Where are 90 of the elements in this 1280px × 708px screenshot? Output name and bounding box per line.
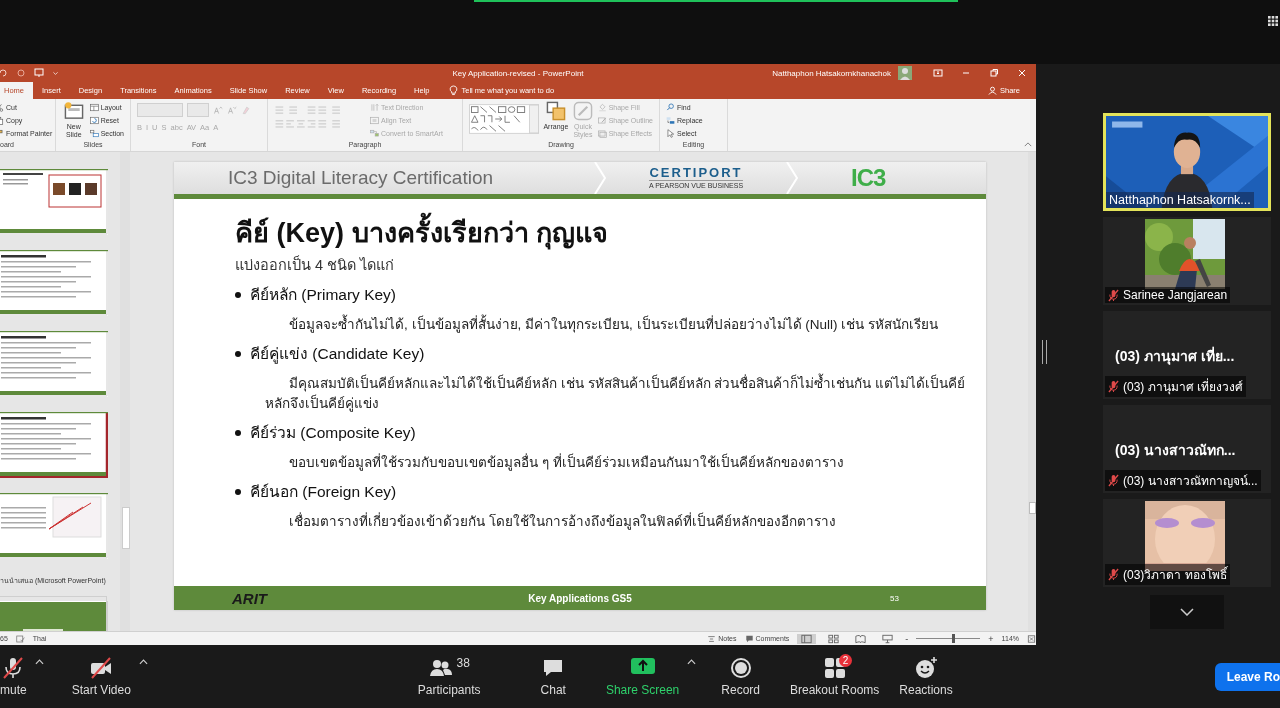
account-avatar[interactable] bbox=[898, 66, 912, 80]
zoom-slider-thumb[interactable] bbox=[952, 634, 956, 643]
chevron-divider-icon bbox=[786, 162, 798, 194]
participant-display-name: (03) ภานุมาศ เที่ย... bbox=[1115, 345, 1235, 367]
toolbar-button[interactable]: Start Video bbox=[71, 656, 131, 697]
bullet-description: ข้อมูลจะซ้ำกันไม่ได้, เป็นข้อมูลที่สั้นง่าย, มีค่าในทุกระเบียน, เป็นระเบียนที่ปล่อยว่างไม่ได้ (Null) เช่น รหัสนักเรียน bbox=[265, 315, 980, 335]
close-icon[interactable] bbox=[1017, 68, 1027, 78]
account-name[interactable]: Natthaphon Hatsakornkhanachok bbox=[772, 68, 891, 78]
bullet-term: คีย์คู่แข่ง (Candidate Key) bbox=[250, 344, 425, 366]
resize-handle[interactable] bbox=[1042, 340, 1047, 364]
participant-count: 38 bbox=[456, 656, 470, 670]
effects-icon bbox=[597, 128, 607, 138]
normal-view-icon[interactable] bbox=[797, 633, 817, 644]
gallery-view-icon[interactable] bbox=[1268, 16, 1278, 26]
chevron-down-icon bbox=[1180, 608, 1194, 616]
reactions-icon bbox=[914, 656, 939, 680]
reset-icon bbox=[89, 115, 99, 125]
section-icon bbox=[89, 128, 99, 138]
slide-scrollbar[interactable] bbox=[1028, 152, 1036, 631]
arit-logo: ARIT bbox=[232, 589, 269, 607]
thumbnail-scrollbar[interactable] bbox=[120, 152, 130, 631]
participant-name-label: Sarinee Jangjarean bbox=[1105, 287, 1231, 303]
align-text-icon bbox=[370, 115, 379, 125]
bullet-term: คีย์ร่วม (Composite Key) bbox=[250, 423, 416, 443]
slide-number: 53 bbox=[890, 593, 899, 603]
video-tile[interactable]: (03)วิภาดา ทองโพธิ์ bbox=[1103, 499, 1271, 587]
bullet-term: คีย์หลัก (Primary Key) bbox=[250, 285, 397, 305]
video-tile[interactable]: (03) นางสาวณัทก... (03) นางสาวณัทกาญจน์... bbox=[1103, 405, 1271, 493]
redo-icon[interactable] bbox=[16, 68, 26, 78]
options-caret-icon[interactable] bbox=[34, 658, 44, 665]
slide-thumbnail[interactable] bbox=[0, 406, 108, 478]
zoom-out-button[interactable]: - bbox=[905, 633, 909, 644]
video-tile[interactable]: Natthaphon Hatsakornk... bbox=[1103, 113, 1271, 211]
participant-name-label: (03)วิภาดา ทองโพธิ์ bbox=[1105, 564, 1230, 585]
spelling-icon[interactable] bbox=[15, 634, 25, 643]
bullet-icon bbox=[235, 350, 241, 357]
person-icon bbox=[988, 86, 997, 95]
options-caret-icon[interactable] bbox=[138, 658, 148, 665]
leave-button[interactable]: Leave Ro bbox=[1214, 662, 1280, 691]
bullet-icon bbox=[235, 291, 241, 298]
bullet-icon bbox=[235, 429, 241, 436]
toolbar-button[interactable]: 2 Breakout Rooms bbox=[790, 656, 880, 697]
toolbar-button[interactable]: Record bbox=[721, 656, 760, 697]
toolbar-button[interactable]: Reactions bbox=[899, 656, 953, 697]
participant-name-label: (03) นางสาวณัทกาญจน์... bbox=[1105, 470, 1261, 491]
record-icon bbox=[728, 656, 753, 680]
bullet-icon bbox=[235, 488, 241, 495]
undo-icon[interactable] bbox=[0, 68, 8, 78]
slide-subtitle: แบ่งออกเป็น 4 ชนิด ไดแก่ bbox=[235, 254, 396, 275]
toolbar-button[interactable]: mute bbox=[0, 656, 27, 697]
lightbulb-icon bbox=[448, 85, 458, 96]
participant-display-name: (03) นางสาวณัทก... bbox=[1115, 441, 1236, 460]
window-title: Key Application-revised - PowerPoint bbox=[452, 68, 584, 78]
restore-icon[interactable] bbox=[989, 68, 999, 78]
bullet-description: ขอบเขตข้อมูลที่ใช้รวมกับขอบเขตข้อมูลอื่น ๆ ที่เป็นคีย์ร่วมเหมือนกันมาใช้เป็นคีย์หลักของตาราง bbox=[288, 453, 845, 473]
slide-header-title: IC3 Digital Literacy Certification bbox=[228, 167, 495, 189]
share-screen-icon bbox=[629, 656, 656, 676]
font-name-field[interactable] bbox=[137, 103, 183, 117]
comment-icon bbox=[744, 634, 754, 643]
paint-bucket-icon bbox=[597, 102, 607, 112]
options-caret-icon[interactable] bbox=[687, 658, 697, 665]
slide-footer-title: Key Applications GS5 bbox=[527, 592, 633, 604]
fit-to-window-icon[interactable] bbox=[1027, 634, 1036, 643]
text-direction-icon bbox=[370, 102, 379, 112]
toolbar-button[interactable]: Share Screen bbox=[605, 656, 680, 697]
video-tile[interactable]: Sarinee Jangjarean bbox=[1103, 217, 1271, 305]
search-icon bbox=[666, 102, 675, 112]
toolbar-button[interactable]: Chat bbox=[540, 656, 566, 697]
pencil-icon bbox=[597, 115, 607, 125]
breakout-rooms-icon bbox=[822, 656, 847, 680]
font-size-field[interactable] bbox=[187, 103, 209, 117]
bullet-description: เชื่อมตารางที่เกี่ยวข้องเข้าด้วยกัน โดยใช้ในการอ้างถึงข้อมูลในฟิลด์ที่เป็นคีย์หลักของอีกตาราง bbox=[288, 512, 837, 532]
smartart-icon bbox=[370, 128, 379, 138]
ribbon-display-icon[interactable] bbox=[933, 68, 943, 78]
bullet-term: คีย์นอก (Foreign Key) bbox=[250, 482, 397, 502]
participant-name-label: (03) ภานุมาศ เที่ยงวงศ์ bbox=[1105, 376, 1246, 397]
replace-icon bbox=[666, 115, 675, 125]
cursor-icon bbox=[666, 128, 675, 138]
zoom-in-button[interactable]: + bbox=[988, 633, 994, 644]
toolbar-button[interactable]: 38 Participants bbox=[417, 656, 481, 697]
ic3-logo: IC3 bbox=[851, 164, 886, 192]
layout-icon bbox=[89, 102, 99, 112]
bullet-description: มีคุณสมบัติเป็นคีย์หลักและไม่ได้ใช้เป็นคีย์หลัก เช่น รหัสสินค้าเป็นคีย์หลัก ส่วนชื่อสินค้าก็ไม่ซ้ำเช่นกัน แต่ไม่ได้เป็นคีย์หลักจึงเป็นคีย์คู่แข่ง bbox=[265, 374, 980, 414]
shapes-gallery[interactable] bbox=[469, 101, 540, 137]
video-tile[interactable]: (03) ภานุมาศ เที่ย... (03) ภานุมาศ เที่ยงวงศ์ bbox=[1103, 311, 1271, 399]
participant-name-label: Natthaphon Hatsakornk... bbox=[1106, 192, 1254, 208]
collapse-ribbon-icon[interactable] bbox=[1024, 142, 1032, 147]
notes-icon bbox=[707, 634, 717, 643]
chevron-divider-icon bbox=[594, 162, 606, 194]
presentation-icon[interactable] bbox=[34, 68, 44, 78]
